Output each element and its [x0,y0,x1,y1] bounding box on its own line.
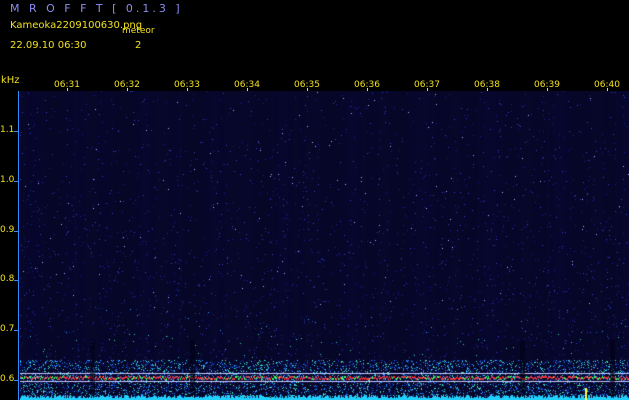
y-tick-label: 0.7 [0,324,15,335]
app-title: M R O F F T [ 0.1.3 ] [10,2,183,15]
header: M R O F F T [ 0.1.3 ] Kameoka2209100630.… [0,0,629,78]
y-tick-mark [14,380,19,382]
y-tick-label: 1.0 [0,174,15,185]
y-tick-label: 0.9 [0,224,15,235]
spectrogram-plot [20,91,629,400]
meteor-count: 2 [135,40,142,51]
y-tick-label: 1.1 [0,124,15,135]
y-tick-mark [14,230,19,232]
spectrogram-canvas [20,91,629,400]
y-tick-mark [14,180,19,182]
y-tick-mark [14,280,19,282]
y-tick-mark [14,130,19,132]
y-unit-label: kHz [1,75,20,86]
y-tick-label: 0.8 [0,274,15,285]
datetime-label: 22.09.10 06:30 [10,40,87,51]
y-tick-mark [14,330,19,332]
y-tick-label: 0.6 [0,374,15,385]
meteor-label: meteor [122,26,155,36]
y-axis-line [18,91,19,400]
